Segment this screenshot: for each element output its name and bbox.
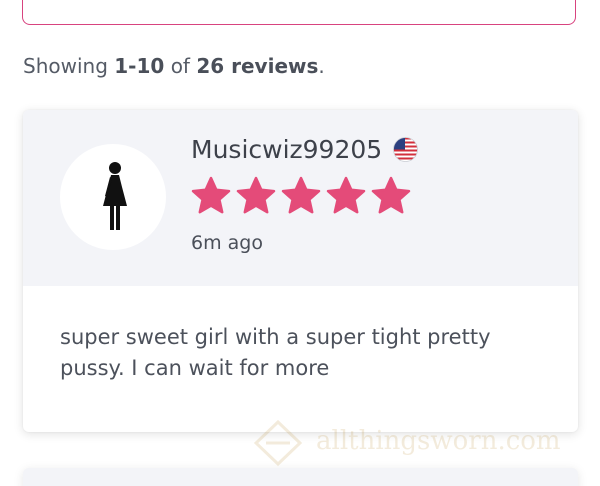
reviewer-username[interactable]: Musicwiz99205 [191,135,382,164]
summary-count: 26 reviews [196,54,319,78]
star-icon [236,176,276,214]
next-review-card [23,468,578,486]
review-card: Musicwiz99205 6m ago super sweet girl wi… [23,110,578,432]
star-rating [191,176,416,218]
reviews-count-summary: Showing 1-10 of 26 reviews. [23,54,325,78]
summary-suffix: . [318,54,325,78]
review-timestamp: 6m ago [191,232,263,254]
us-flag-icon [393,137,418,162]
reviews-page: Showing 1-10 of 26 reviews. Musicwiz9920… [0,0,600,486]
review-header: Musicwiz99205 6m ago [23,110,578,286]
star-icon [371,176,411,214]
summary-range: 1-10 [114,54,165,78]
reviews-filter-box[interactable] [22,0,576,25]
summary-prefix: Showing [23,54,108,78]
summary-of: of [170,54,190,78]
avatar[interactable] [60,144,166,250]
star-icon [281,176,321,214]
star-icon [326,176,366,214]
star-icon [191,176,231,214]
review-text: super sweet girl with a super tight pret… [60,325,491,380]
female-figure-icon [103,162,127,230]
